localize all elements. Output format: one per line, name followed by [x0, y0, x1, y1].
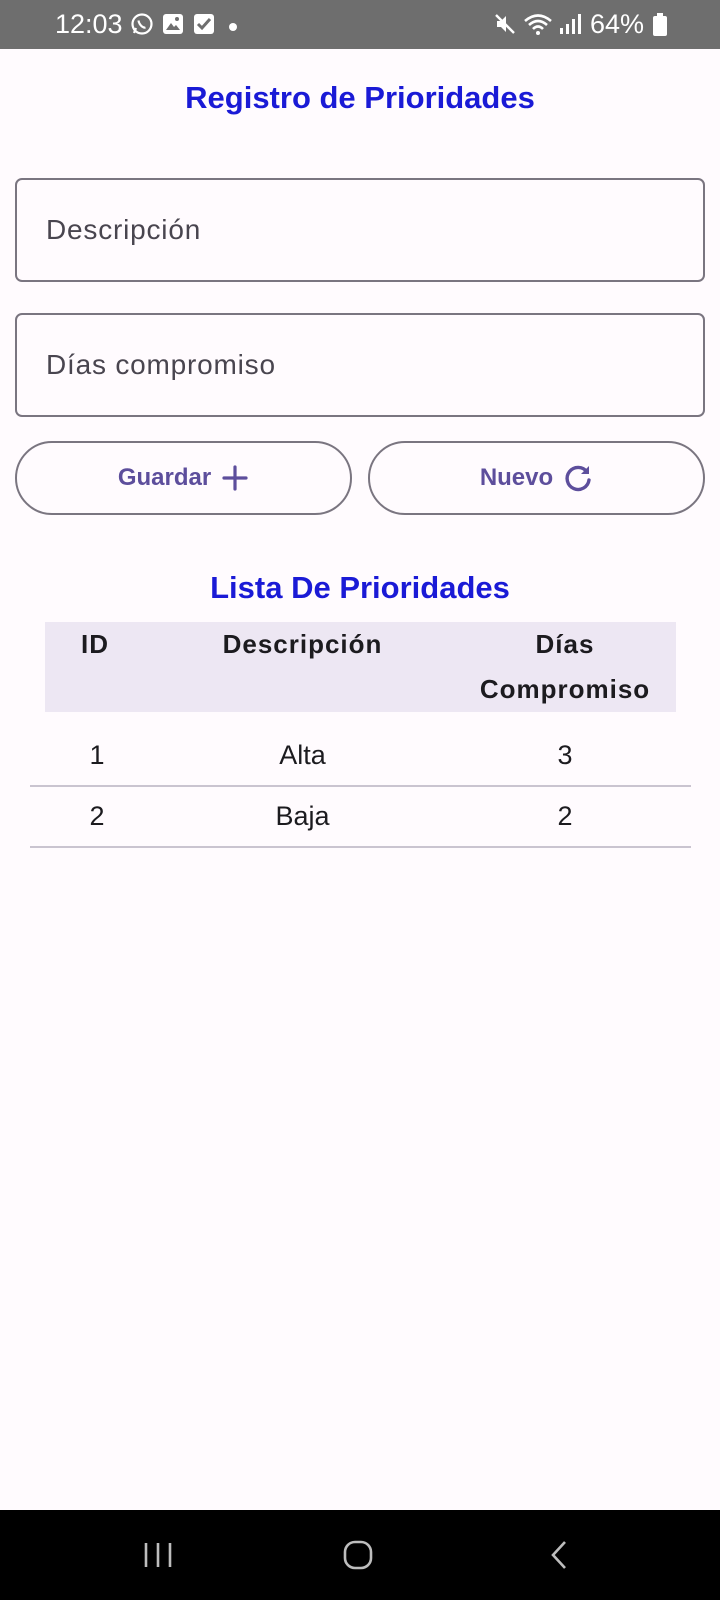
guardar-button-label: Guardar: [117, 464, 212, 491]
nuevo-button[interactable]: Nuevo: [368, 441, 705, 515]
nuevo-button-label: Nuevo: [479, 464, 554, 491]
task-check-icon: [192, 12, 216, 41]
battery-icon: [652, 13, 668, 42]
whatsapp-icon: [130, 12, 154, 41]
mute-icon: [493, 12, 517, 41]
dias-compromiso-input[interactable]: [17, 315, 703, 415]
column-header-id: ID: [81, 629, 109, 659]
descripcion-field[interactable]: [15, 178, 705, 282]
status-bar: 12:03 64%: [0, 0, 720, 49]
battery-percentage: 64%: [590, 9, 645, 39]
page-title: Registro de Prioridades: [185, 80, 535, 115]
table-row[interactable]: 2 Baja 2: [30, 787, 691, 848]
column-header-dias-line1: Días: [535, 629, 595, 659]
descripcion-input[interactable]: [17, 180, 703, 280]
guardar-button[interactable]: Guardar: [15, 441, 352, 515]
column-header-dias-line2: Compromiso: [479, 674, 651, 704]
notification-dot-icon: [228, 19, 238, 37]
dias-compromiso-field[interactable]: [15, 313, 705, 417]
cell-dias: 2: [557, 801, 573, 831]
cell-dias: 3: [557, 740, 573, 770]
status-time: 12:03: [55, 9, 123, 39]
cell-descripcion: Baja: [275, 801, 330, 831]
column-header-descripcion: Descripción: [222, 629, 383, 659]
recent-apps-icon[interactable]: [142, 1540, 174, 1575]
wifi-icon: [523, 12, 553, 41]
table-header: ID Descripción Días Compromiso: [45, 622, 676, 712]
home-icon[interactable]: [342, 1540, 374, 1575]
list-title: Lista De Prioridades: [210, 570, 510, 605]
back-icon[interactable]: [548, 1540, 572, 1575]
signal-icon: [558, 12, 582, 41]
cell-id: 1: [89, 740, 105, 770]
refresh-icon: [563, 463, 593, 493]
table-row[interactable]: 1 Alta 3: [30, 726, 691, 787]
app-screen: 12:03 64% Registro de Prioridades Descri…: [0, 0, 720, 1600]
cell-descripcion: Alta: [279, 740, 326, 770]
plus-icon: [221, 464, 249, 492]
gallery-icon: [161, 12, 185, 41]
cell-id: 2: [89, 801, 105, 831]
system-nav-bar: [0, 1510, 720, 1600]
